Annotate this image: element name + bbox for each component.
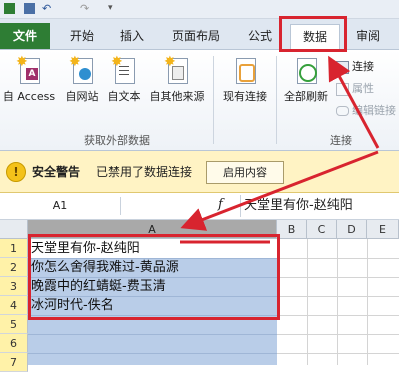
annotation-arrows: [180, 55, 380, 244]
annotation-arrow-to-data-tab: [328, 55, 380, 149]
annotation-arrow-to-column: [180, 150, 379, 231]
